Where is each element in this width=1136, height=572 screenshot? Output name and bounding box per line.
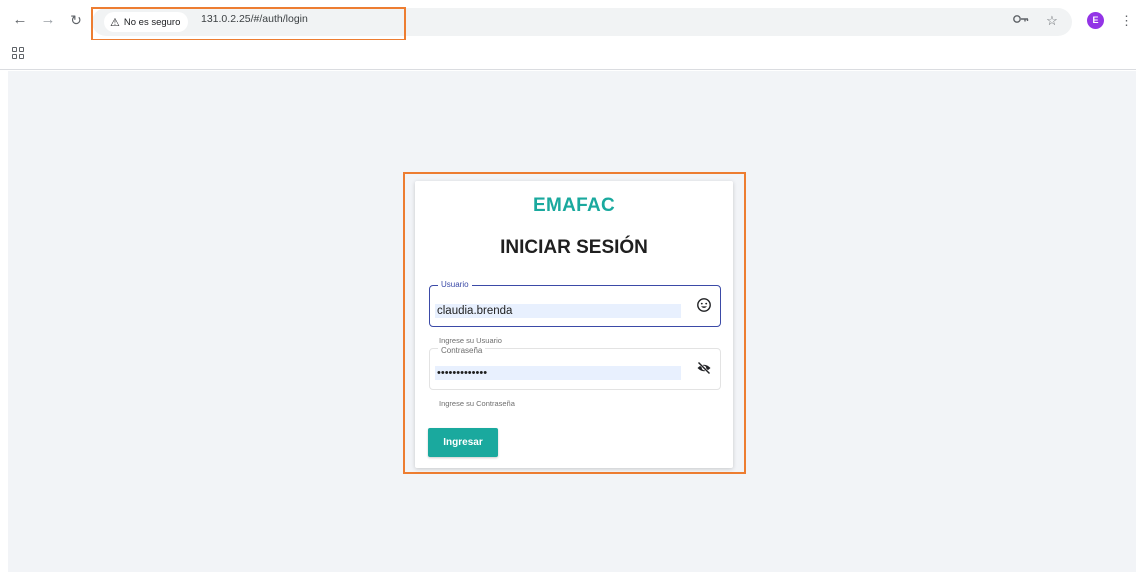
username-label: Usuario: [438, 279, 472, 291]
bookmarks-bar: [0, 40, 1136, 70]
password-helper: Ingrese su Contraseña: [439, 399, 515, 408]
back-icon[interactable]: ←: [10, 10, 30, 30]
username-input[interactable]: [435, 304, 681, 318]
emoji-icon[interactable]: [696, 297, 712, 313]
password-input[interactable]: [435, 366, 681, 380]
login-button[interactable]: Ingresar: [428, 428, 498, 457]
star-icon[interactable]: ☆: [1043, 12, 1061, 30]
page-title: INICIAR SESIÓN: [500, 237, 648, 258]
username-field[interactable]: Usuario: [429, 279, 721, 327]
url-text[interactable]: 131.0.2.25/#/auth/login: [201, 13, 308, 25]
forward-icon[interactable]: →: [38, 10, 58, 30]
key-icon[interactable]: [1010, 12, 1032, 30]
menu-icon[interactable]: ⋮: [1120, 12, 1133, 30]
apps-icon[interactable]: [12, 47, 24, 59]
password-label: Contraseña: [438, 345, 486, 357]
login-card: EMAFAC INICIAR SESIÓN Usuario Ingrese su…: [415, 181, 733, 468]
password-field[interactable]: Contraseña: [429, 345, 721, 390]
brand-title: EMAFAC: [532, 195, 616, 216]
security-chip[interactable]: ⚠ No es seguro: [104, 12, 189, 32]
security-label: No es seguro: [123, 16, 181, 28]
reload-icon[interactable]: ↻: [66, 10, 86, 30]
warning-icon: ⚠: [110, 16, 120, 29]
username-helper: Ingrese su Usuario: [439, 336, 502, 345]
avatar[interactable]: E: [1087, 12, 1104, 29]
browser-toolbar: ← → ↻ ⚠ No es seguro 131.0.2.25/#/auth/l…: [0, 0, 1136, 41]
eye-off-icon[interactable]: [696, 360, 712, 376]
